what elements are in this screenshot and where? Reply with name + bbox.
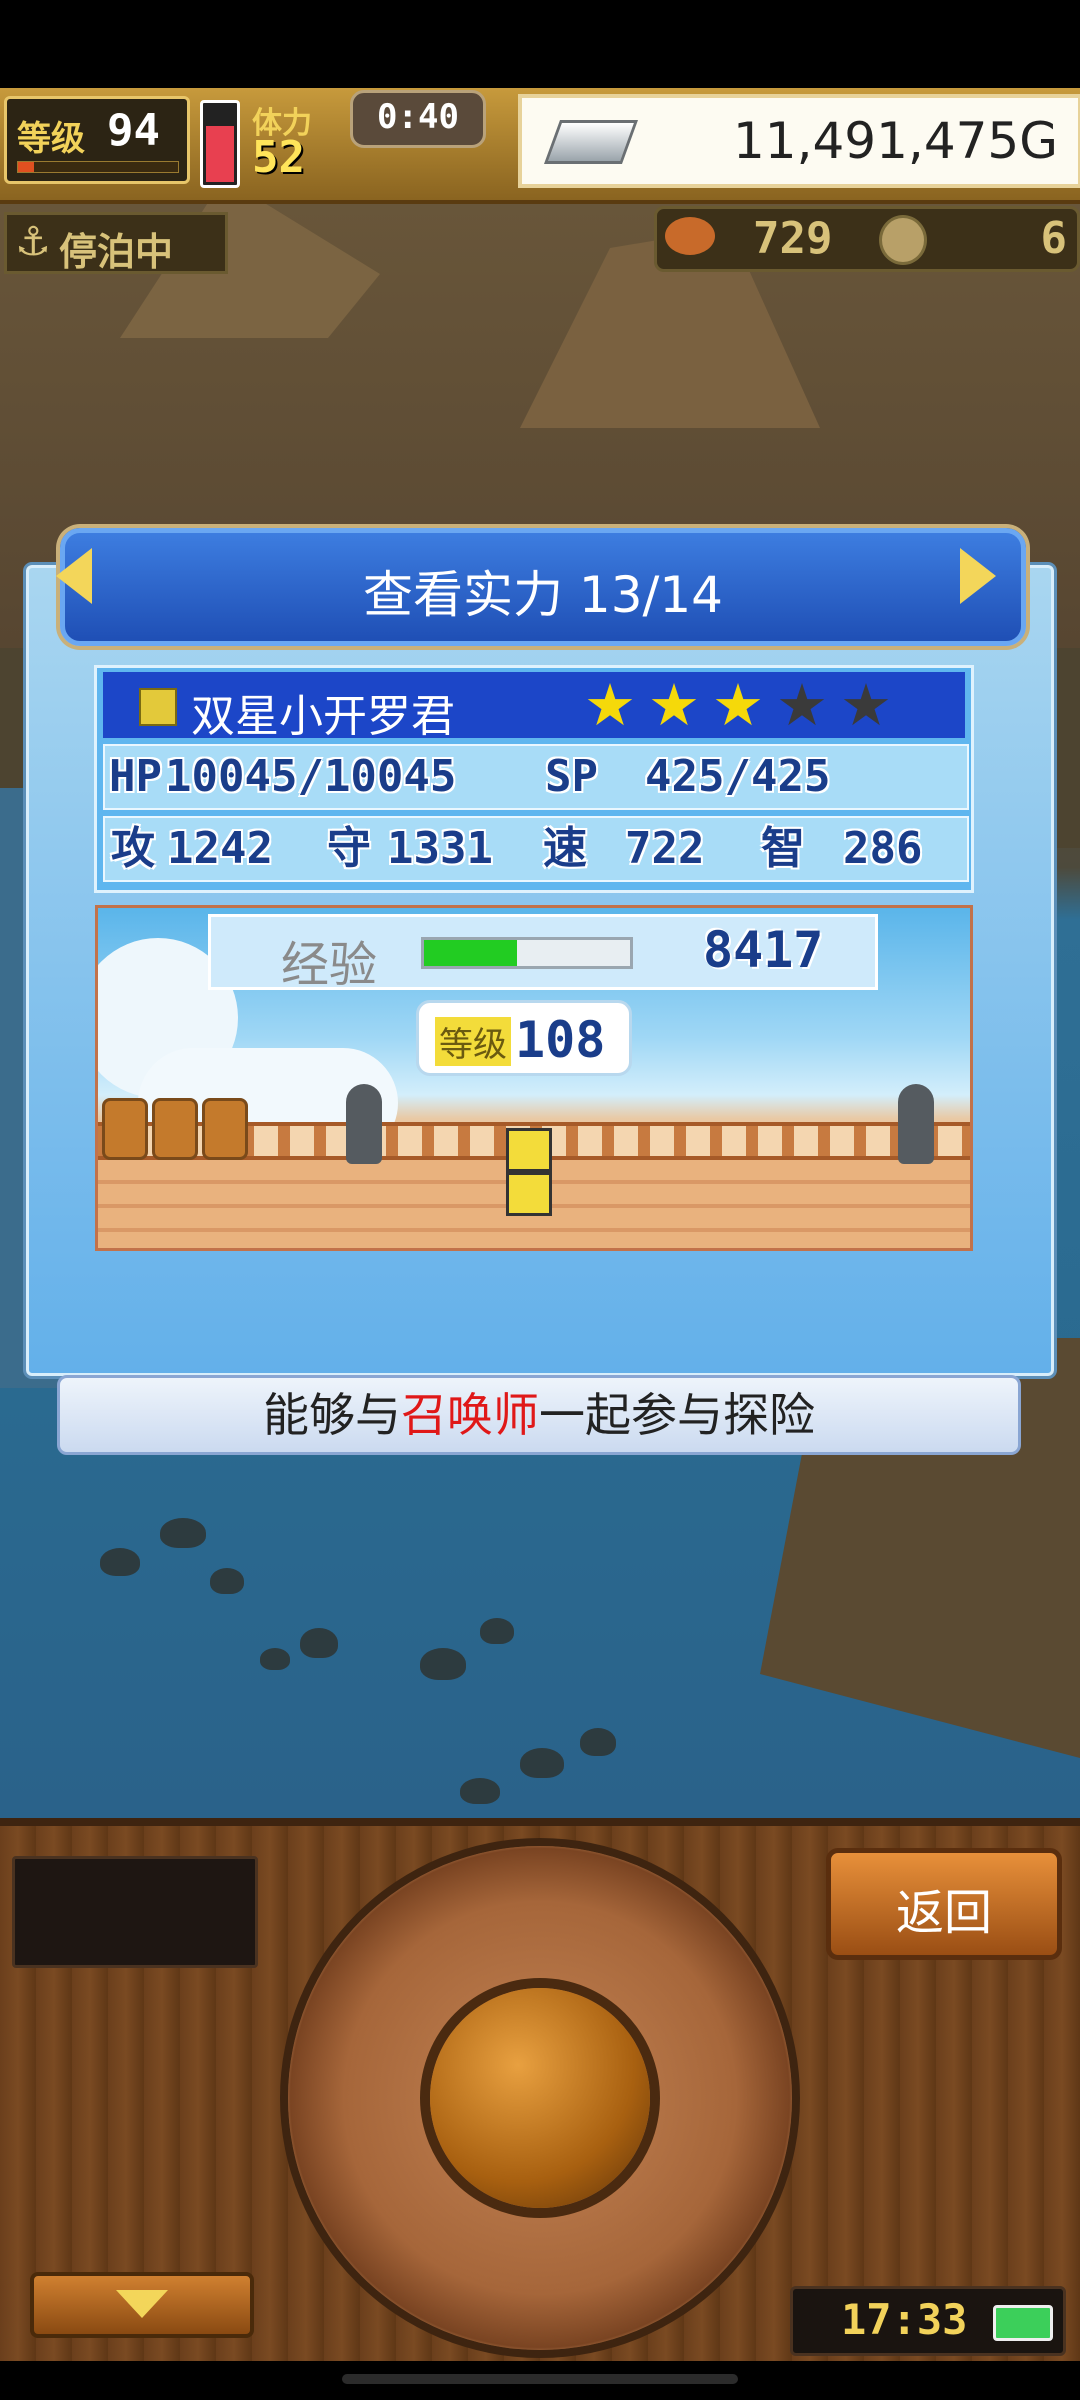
star-icon: ★ <box>840 671 892 739</box>
star-icon: ★ <box>648 671 700 739</box>
medal-value: 6 <box>1040 213 1068 264</box>
dialog-titlebar: 查看实力 13/14 <box>60 528 1026 646</box>
level-exp-bar <box>17 161 179 173</box>
medal-icon <box>879 215 927 265</box>
barrel-icon <box>152 1098 198 1160</box>
description-text-post: 一起参与探险 <box>539 1388 815 1442</box>
clock-value: 17:33 <box>841 2295 968 2344</box>
exp-bar <box>421 937 633 969</box>
info-slot <box>12 1856 258 1968</box>
star-icon: ★ <box>584 671 636 739</box>
char-level-value: 108 <box>515 1011 606 1069</box>
next-arrow-icon[interactable] <box>960 548 996 604</box>
food-value: 729 <box>753 213 833 264</box>
sp-value: 425/425 <box>645 751 831 802</box>
dpad-center-button[interactable] <box>430 1988 650 2208</box>
cannon-icon <box>346 1084 382 1164</box>
char-level-label: 等级 <box>435 1017 511 1066</box>
stats-panel: 双星小开罗君 ★ ★ ★ ★ ★ HP 10045/10045 SP 425/4… <box>94 665 974 893</box>
character-name: 双星小开罗君 <box>191 691 455 742</box>
int-label: 智 <box>761 823 805 874</box>
attr-row: 攻 1242 守 1331 速 722 智 286 <box>103 816 969 882</box>
timer-box: 0:40 <box>350 90 486 148</box>
gold-amount: 11,491,475G <box>732 112 1058 170</box>
anchor-status: ⚓ 停泊中 <box>4 212 228 274</box>
prev-arrow-icon[interactable] <box>56 548 92 604</box>
timer-value: 0:40 <box>377 97 459 137</box>
food-icon <box>665 217 715 255</box>
battery-icon <box>993 2305 1053 2341</box>
description-text-pre: 能够与 <box>263 1388 401 1442</box>
anchor-icon: ⚓ <box>15 219 51 265</box>
exp-bar-fill <box>424 940 517 966</box>
int-value: 286 <box>843 823 923 874</box>
def-value: 1331 <box>387 823 493 874</box>
dpad[interactable] <box>288 1846 792 2350</box>
sp-label: SP <box>545 751 598 802</box>
gold-box: 11,491,475G <box>518 94 1080 188</box>
def-label: 守 <box>327 823 371 874</box>
level-badge: 等级 108 <box>416 1000 632 1076</box>
back-button[interactable]: 返回 <box>826 1848 1062 1960</box>
barrel-icon <box>102 1098 148 1160</box>
hp-label: HP <box>109 751 162 802</box>
down-arrow-icon <box>116 2290 168 2318</box>
name-row: 双星小开罗君 ★ ★ ★ ★ ★ <box>103 672 965 742</box>
level-box: 等级 94 <box>4 96 190 184</box>
menu-down-button[interactable] <box>30 2272 254 2338</box>
rarity-stars: ★ ★ ★ ★ ★ <box>581 676 901 734</box>
cannon-icon <box>898 1084 934 1164</box>
spd-value: 722 <box>625 823 705 874</box>
star-icon: ★ <box>776 671 828 739</box>
stamina-gauge <box>200 100 240 188</box>
back-label: 返回 <box>895 1885 992 1941</box>
resource-bar: 729 6 <box>654 206 1080 272</box>
top-hud: 等级 94 体力 52 0:40 11,491,475G <box>0 88 1080 204</box>
description-highlight: 召唤师 <box>401 1388 539 1442</box>
status-text: 停泊中 <box>59 230 174 274</box>
silver-bar-icon <box>543 120 639 164</box>
barrel-icon <box>202 1098 248 1160</box>
home-indicator[interactable] <box>342 2374 738 2384</box>
hp-value: 10045/10045 <box>165 751 457 802</box>
control-panel: 返回 17:33 <box>0 1818 1080 2361</box>
exp-label: 经验 <box>281 937 378 993</box>
level-label: 等级 <box>17 119 85 159</box>
ability-description: 能够与召唤师一起参与探险 <box>57 1375 1021 1455</box>
stamina-value: 52 <box>252 132 305 183</box>
dialog-title: 查看实力 13/14 <box>363 566 723 624</box>
exp-box: 经验 8417 <box>208 914 878 993</box>
spd-label: 速 <box>543 823 587 874</box>
hp-sp-row: HP 10045/10045 SP 425/425 <box>103 744 969 810</box>
summon-icon <box>139 688 177 726</box>
level-value: 94 <box>107 105 160 156</box>
atk-value: 1242 <box>167 823 273 874</box>
character-scene: 经验 8417 等级 108 <box>95 905 973 1251</box>
exp-value: 8417 <box>703 921 824 979</box>
star-icon: ★ <box>712 671 764 739</box>
character-sprite <box>506 1128 552 1216</box>
clock-box: 17:33 <box>790 2286 1066 2356</box>
atk-label: 攻 <box>111 823 155 874</box>
